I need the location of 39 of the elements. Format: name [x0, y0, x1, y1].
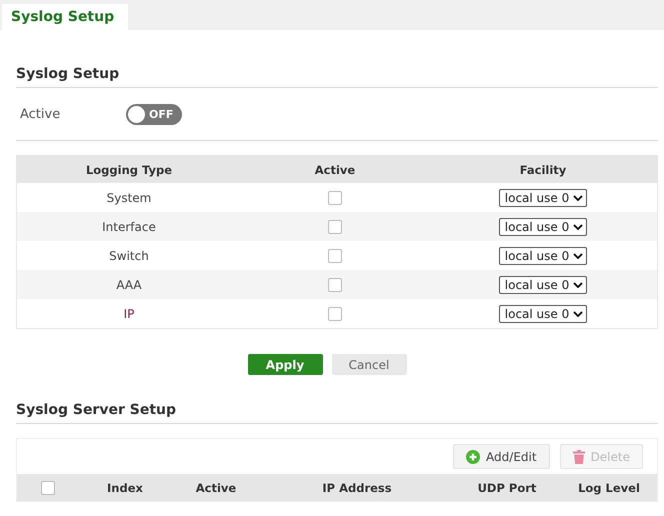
checkbox[interactable]	[328, 190, 342, 204]
section-title: Syslog Server Setup	[16, 402, 658, 424]
caret-icon	[573, 224, 584, 230]
logging-type: Switch	[109, 248, 149, 262]
column-header: Facility	[518, 162, 568, 176]
caret-icon	[573, 252, 584, 258]
active-label: Active	[20, 106, 62, 122]
column-header: Logging Type	[84, 162, 174, 176]
column-header: Log Level	[577, 480, 641, 494]
column-header: IP Address	[321, 480, 393, 494]
tab[interactable]: Syslog Setup	[2, 4, 128, 30]
section-title: Syslog Setup	[16, 66, 658, 88]
logging-type[interactable]: IP	[124, 306, 134, 320]
plus-circle-icon	[466, 450, 480, 464]
checkbox[interactable]	[328, 278, 342, 292]
logging-type: System	[106, 190, 152, 204]
add-edit-button[interactable]: Add/Edit	[453, 444, 550, 469]
facility-dropdown[interactable]: local use 0	[498, 246, 588, 264]
cancel-button[interactable]: Cancel	[332, 354, 406, 375]
column-header: Active	[194, 480, 238, 494]
facility-dropdown[interactable]: local use 0	[498, 188, 588, 206]
select-all-checkbox[interactable]	[41, 480, 55, 494]
trash-icon	[572, 450, 585, 464]
facility-dropdown[interactable]: local use 0	[498, 218, 588, 236]
caret-icon	[573, 282, 584, 288]
column-header: Active	[314, 162, 356, 176]
logging-type: AAA	[116, 278, 142, 292]
caret-icon	[573, 194, 584, 200]
caret-icon	[573, 310, 584, 316]
apply-button[interactable]: Apply	[248, 354, 322, 375]
facility-dropdown[interactable]: local use 0	[498, 304, 588, 322]
logging-type: Interface	[102, 220, 156, 234]
checkbox[interactable]	[328, 248, 342, 262]
facility-dropdown[interactable]: local use 0	[498, 276, 588, 294]
column-header: UDP Port	[476, 480, 538, 494]
checkbox[interactable]	[328, 306, 342, 320]
column-header: Index	[106, 480, 144, 494]
checkbox[interactable]	[328, 220, 342, 234]
toggle-switch[interactable]: OFF	[126, 104, 182, 124]
